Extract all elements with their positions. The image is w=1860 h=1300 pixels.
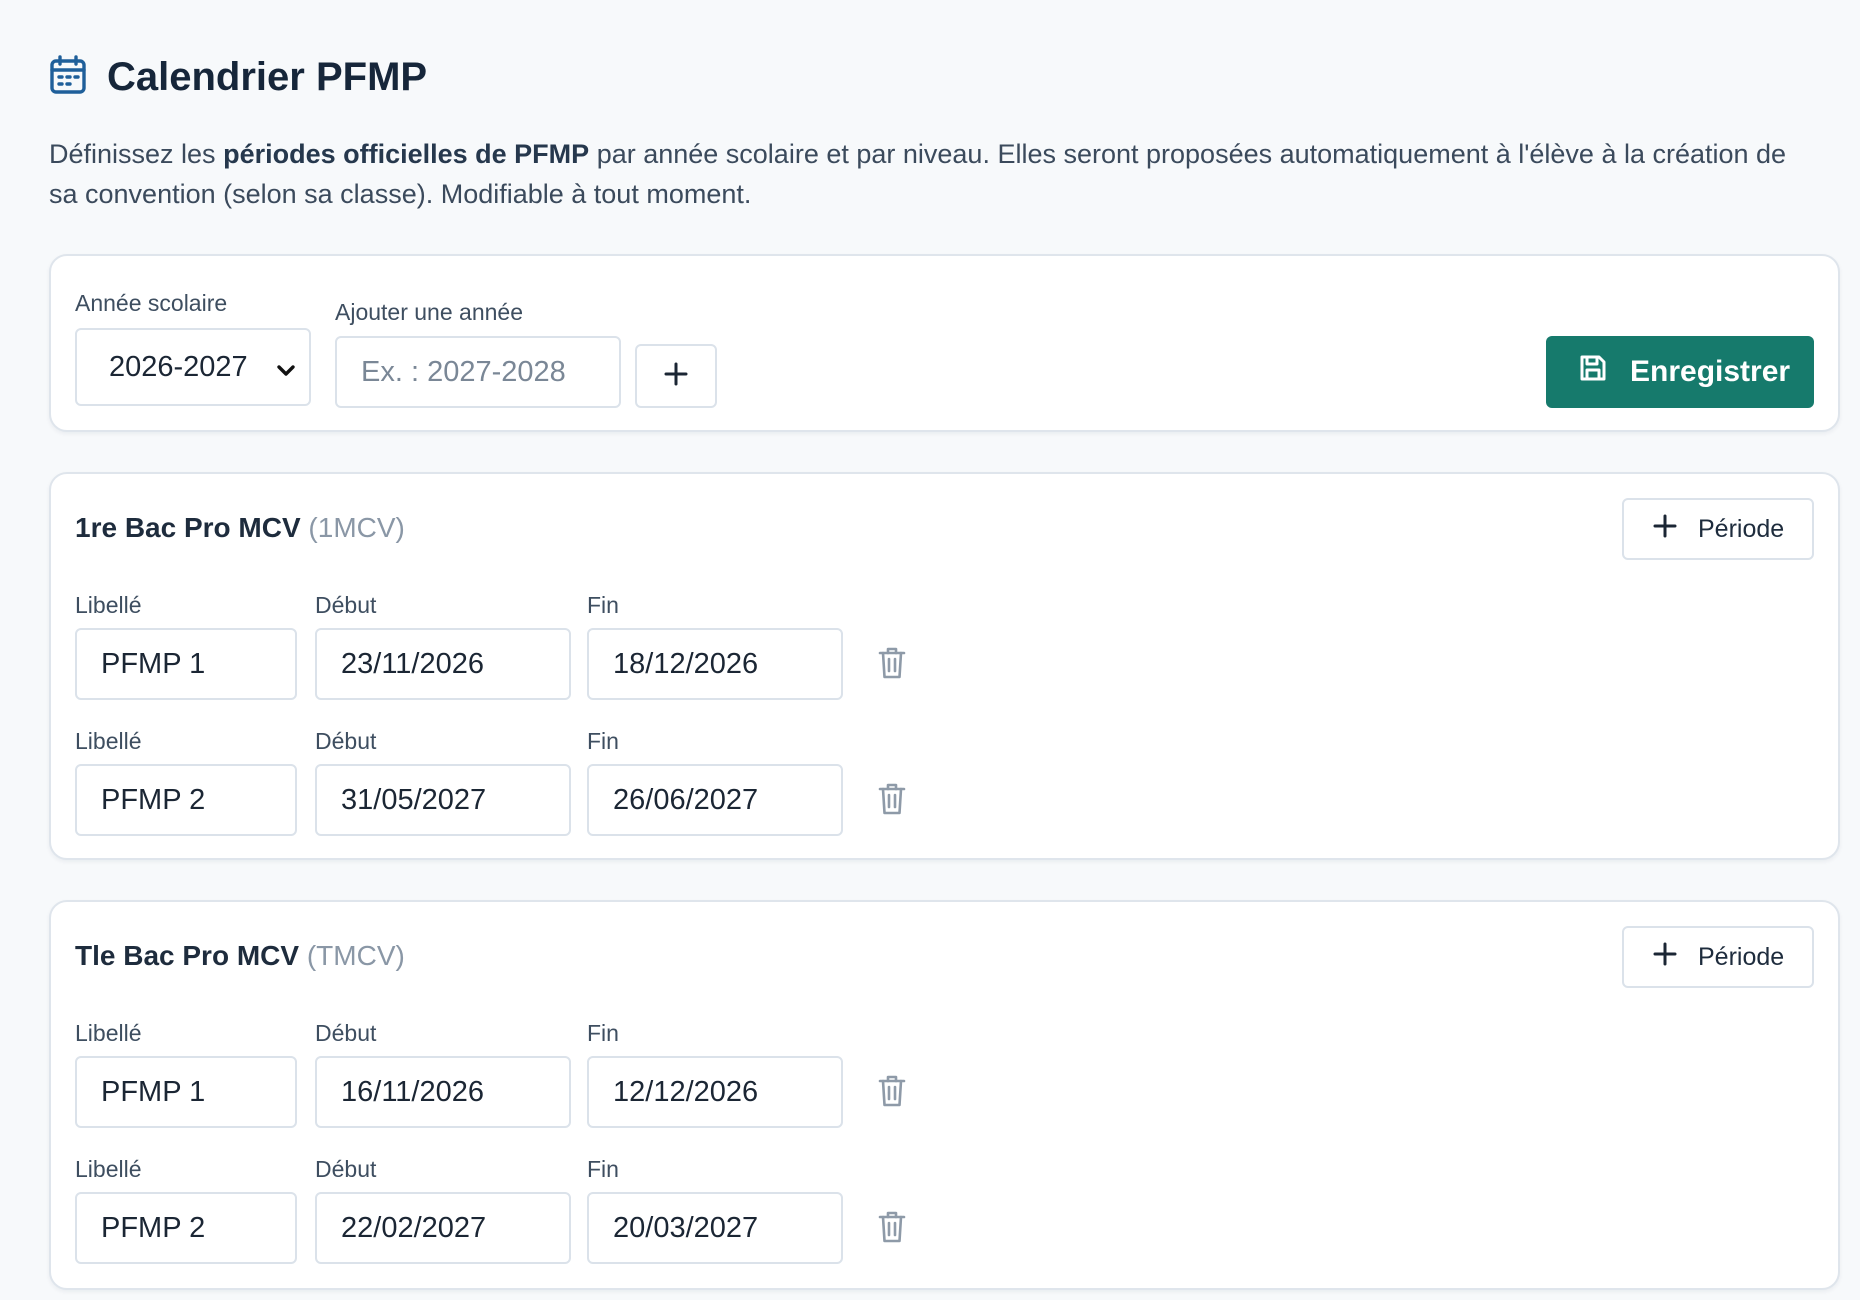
period-start-caption: Début [315, 592, 377, 618]
period-label-caption: Libellé [75, 592, 142, 618]
year-card: Année scolaire 2026-2027 Ajouter une ann… [49, 254, 1840, 432]
add-year-input[interactable]: Ex. : 2027-2028 [335, 336, 621, 408]
add-year-placeholder: Ex. : 2027-2028 [361, 355, 566, 388]
add-period-label: Période [1698, 942, 1785, 971]
period-end-input[interactable]: 20/03/2027 [587, 1192, 843, 1264]
level-code: (TMCV) [306, 940, 405, 971]
level-code: (1MCV) [308, 512, 405, 543]
page: Calendrier PFMP Définissez les périodes … [0, 0, 1860, 1290]
trash-icon[interactable] [877, 782, 907, 816]
period-label-caption: Libellé [75, 1156, 142, 1182]
chevron-down-icon [275, 356, 297, 389]
period-label-input[interactable]: PFMP 2 [75, 764, 297, 836]
period-label-input[interactable]: PFMP 2 [75, 1192, 297, 1264]
level-name: 1re Bac Pro MCV [75, 512, 301, 543]
level-title: Tle Bac Pro MCV (TMCV) [75, 940, 405, 972]
period-end-caption: Fin [587, 728, 619, 754]
period-start-caption: Début [315, 1020, 377, 1046]
add-year-label: Ajouter une année [335, 299, 523, 325]
year-select-value: 2026-2027 [109, 350, 248, 383]
level-title: 1re Bac Pro MCV (1MCV) [75, 512, 405, 544]
trash-icon[interactable] [877, 646, 907, 680]
level-card: 1re Bac Pro MCV (1MCV) Période Libellé D… [49, 472, 1840, 860]
plus-icon [1652, 941, 1678, 974]
period-end-caption: Fin [587, 1020, 619, 1046]
page-title: Calendrier PFMP [107, 54, 428, 99]
period-start-input[interactable]: 23/11/2026 [315, 628, 571, 700]
period-end-input[interactable]: 18/12/2026 [587, 628, 843, 700]
page-header: Calendrier PFMP [49, 52, 1840, 102]
add-period-label: Période [1698, 514, 1785, 543]
period-start-input[interactable]: 22/02/2027 [315, 1192, 571, 1264]
add-period-button[interactable]: Période [1622, 926, 1814, 988]
level-card: Tle Bac Pro MCV (TMCV) Période Libellé D… [49, 900, 1840, 1290]
period-end-input[interactable]: 12/12/2026 [587, 1056, 843, 1128]
period-label-caption: Libellé [75, 728, 142, 754]
period-label-caption: Libellé [75, 1020, 142, 1046]
period-end-caption: Fin [587, 592, 619, 618]
period-label-input[interactable]: PFMP 1 [75, 1056, 297, 1128]
period-start-caption: Début [315, 728, 377, 754]
add-period-button[interactable]: Période [1622, 498, 1814, 560]
year-label: Année scolaire [75, 290, 228, 316]
intro-text: Définissez les périodes officielles de P… [49, 134, 1809, 214]
save-icon [1578, 353, 1608, 391]
trash-icon[interactable] [877, 1210, 907, 1244]
period-label-input[interactable]: PFMP 1 [75, 628, 297, 700]
level-name: Tle Bac Pro MCV [75, 940, 300, 971]
period-start-caption: Début [315, 1156, 377, 1182]
period-end-input[interactable]: 26/06/2027 [587, 764, 843, 836]
save-button[interactable]: Enregistrer [1546, 336, 1814, 408]
calendar-icon [49, 54, 87, 101]
plus-icon [1652, 513, 1678, 546]
plus-icon [663, 361, 689, 392]
add-year-button[interactable] [635, 344, 717, 408]
intro-bold: périodes officielles de PFMP [223, 139, 590, 169]
trash-icon[interactable] [877, 1074, 907, 1108]
period-end-caption: Fin [587, 1156, 619, 1182]
intro-part1: Définissez les [49, 139, 224, 169]
period-start-input[interactable]: 31/05/2027 [315, 764, 571, 836]
save-label: Enregistrer [1630, 355, 1791, 388]
year-select[interactable]: 2026-2027 [75, 328, 311, 406]
period-start-input[interactable]: 16/11/2026 [315, 1056, 571, 1128]
